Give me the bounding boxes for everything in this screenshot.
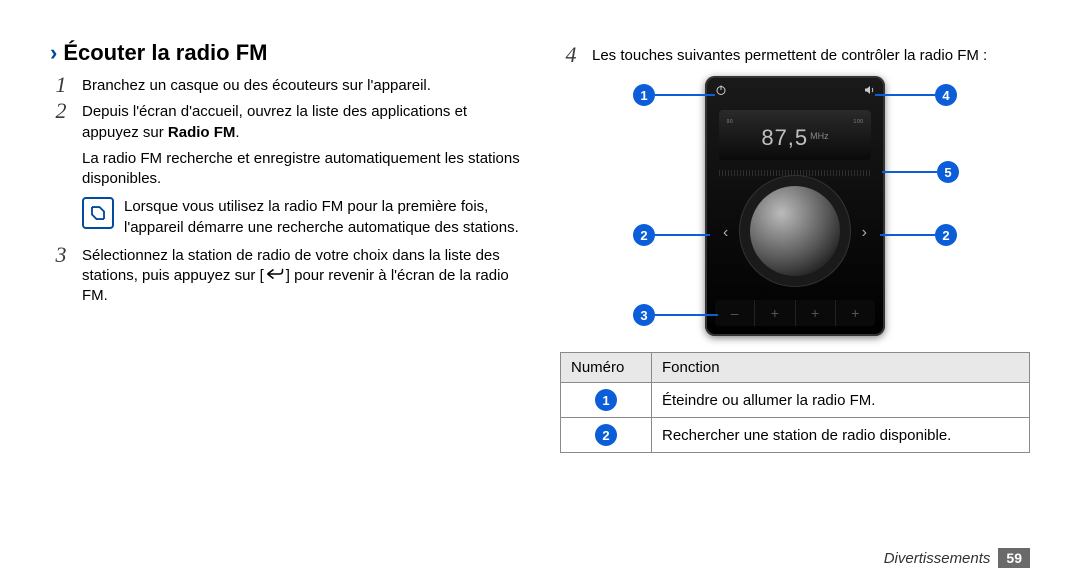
- scale-ruler: [719, 170, 871, 176]
- step-text: Les touches suivantes permettent de cont…: [592, 46, 1030, 66]
- step-number: 3: [50, 244, 72, 266]
- heading-text: Écouter la radio FM: [63, 40, 267, 66]
- right-column: 4 Les touches suivantes permettent de co…: [560, 40, 1030, 566]
- step-1: 1 Branchez un casque ou des écouteurs su…: [50, 76, 520, 96]
- prev-station-icon: ‹: [723, 224, 728, 242]
- radio-device: 90 100 87,5MHz ‹ › ‒ + + +: [705, 76, 885, 336]
- tick-label: 100: [854, 119, 864, 125]
- step-subtext: La radio FM recherche et enregistre auto…: [82, 149, 520, 190]
- power-icon: [715, 83, 727, 101]
- device-illustration: 90 100 87,5MHz ‹ › ‒ + + +: [630, 76, 960, 336]
- footer-page-number: 59: [998, 548, 1030, 568]
- table-header-func: Fonction: [652, 353, 1030, 383]
- bottom-btn: +: [795, 300, 835, 326]
- tuning-dial: [750, 186, 840, 276]
- callout-marker: 2: [633, 224, 655, 246]
- row-function: Rechercher une station de radio disponib…: [652, 418, 1030, 453]
- callout-marker: 2: [935, 224, 957, 246]
- chevron-icon: ›: [50, 42, 57, 64]
- bottom-buttons: ‒ + + +: [715, 300, 875, 326]
- page-footer: Divertissements 59: [884, 548, 1030, 568]
- step-2: 2 Depuis l'écran d'accueil, ouvrez la li…: [50, 102, 520, 189]
- tick-label: 90: [727, 119, 734, 125]
- next-station-icon: ›: [862, 224, 867, 242]
- footer-section: Divertissements: [884, 550, 991, 567]
- note-icon: [82, 197, 114, 229]
- step-text: Sélectionnez la station de radio de votr…: [82, 246, 520, 307]
- step-text: Depuis l'écran d'accueil, ouvrez la list…: [82, 102, 520, 189]
- bottom-btn: +: [835, 300, 875, 326]
- step-number: 1: [50, 74, 72, 96]
- row-marker: 2: [595, 424, 617, 446]
- callout-2-right: 2: [880, 224, 960, 246]
- controls-table: Numéro Fonction 1 Éteindre ou allumer la…: [560, 352, 1030, 453]
- callout-marker: 3: [633, 304, 655, 326]
- back-icon: [266, 266, 284, 286]
- callout-1: 1: [630, 84, 715, 106]
- callout-4: 4: [875, 84, 960, 106]
- step-3: 3 Sélectionnez la station de radio de vo…: [50, 246, 520, 307]
- step-number: 4: [560, 44, 582, 66]
- callout-5: 5: [882, 161, 960, 183]
- table-row: 1 Éteindre ou allumer la radio FM.: [561, 383, 1030, 418]
- step-text: Branchez un casque ou des écouteurs sur …: [82, 76, 520, 96]
- frequency-unit: MHz: [810, 131, 829, 141]
- frequency-panel: 90 100 87,5MHz: [719, 110, 871, 160]
- note-text: Lorsque vous utilisez la radio FM pour l…: [124, 197, 520, 238]
- step-4: 4 Les touches suivantes permettent de co…: [560, 46, 1030, 66]
- table-row: 2 Rechercher une station de radio dispon…: [561, 418, 1030, 453]
- callout-marker: 5: [937, 161, 959, 183]
- row-marker: 1: [595, 389, 617, 411]
- frequency-value: 87,5: [761, 125, 808, 150]
- callout-3: 3: [630, 304, 718, 326]
- callout-2-left: 2: [630, 224, 710, 246]
- bottom-btn: +: [754, 300, 794, 326]
- row-function: Éteindre ou allumer la radio FM.: [652, 383, 1030, 418]
- note-block: Lorsque vous utilisez la radio FM pour l…: [82, 197, 520, 238]
- table-header-num: Numéro: [561, 353, 652, 383]
- section-heading: › Écouter la radio FM: [50, 40, 520, 66]
- callout-marker: 1: [633, 84, 655, 106]
- left-column: › Écouter la radio FM 1 Branchez un casq…: [50, 40, 520, 566]
- bottom-btn: ‒: [715, 300, 754, 326]
- step-number: 2: [50, 100, 72, 122]
- callout-marker: 4: [935, 84, 957, 106]
- volume-icon: [863, 83, 875, 101]
